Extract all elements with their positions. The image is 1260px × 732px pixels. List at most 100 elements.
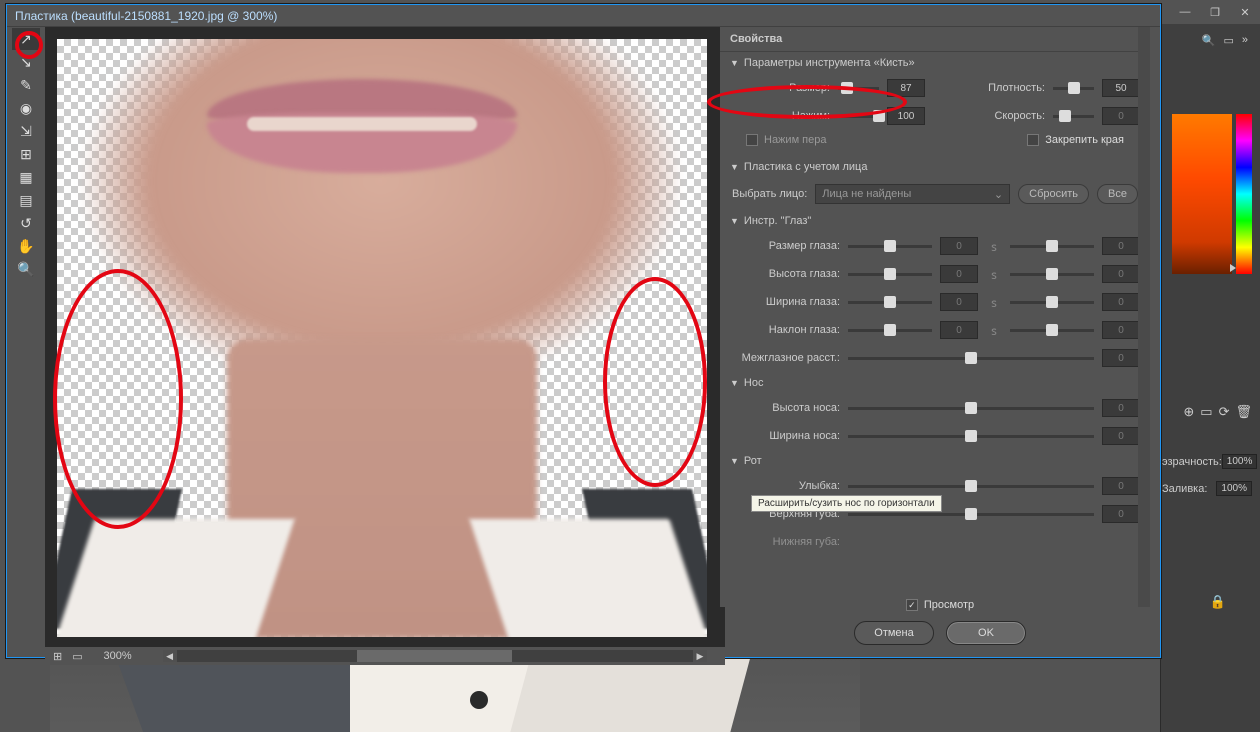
eye-width-value-left[interactable]: 0 [940,293,978,311]
pin-edges-checkbox[interactable]: Закрепить края [1015,130,1136,150]
ok-button[interactable]: OK [946,621,1026,645]
thaw-mask-tool[interactable]: ↺ [12,212,40,234]
reset-face-button[interactable]: Сбросить [1018,184,1089,204]
eye-tilt-value-right[interactable]: 0 [1102,321,1140,339]
smile-value[interactable]: 0 [1102,477,1140,495]
upper-lip-value[interactable]: 0 [1102,505,1140,523]
push-left-tool[interactable]: ▦ [12,166,40,188]
eye-width-value-right[interactable]: 0 [1102,293,1140,311]
smile-slider[interactable] [848,485,1094,488]
liquify-toolbar: ↗ ↘ ✎ ◉ ⇲ ⊞ ▦ ▤ ↺ ✋ 🔍 [7,27,45,657]
brush-pressure-slider[interactable] [838,115,879,118]
smile-label: Улыбка: [740,480,840,492]
twirl-tool[interactable]: ◉ [12,97,40,119]
app-maximize-button[interactable]: ❐ [1200,0,1230,24]
link-layers-icon[interactable]: ⊕ [1183,404,1194,420]
brush-size-value[interactable]: 87 [887,79,925,97]
upper-lip-slider[interactable] [848,513,1094,516]
eye-size-value-right[interactable]: 0 [1102,237,1140,255]
brush-size-slider[interactable] [838,87,879,90]
brush-rate-slider[interactable] [1053,115,1094,118]
smooth-tool[interactable]: ✎ [12,74,40,96]
layer-mask-icon[interactable]: ▭ [1200,404,1212,420]
pucker-tool[interactable]: ⇲ [12,120,40,142]
bloat-tool[interactable]: ⊞ [12,143,40,165]
brush-rate-label: Скорость: [945,110,1045,122]
reconstruct-tool[interactable]: ↘ [12,51,40,73]
eye-tilt-slider-left[interactable] [848,329,932,332]
opacity-value[interactable]: 100% [1222,454,1258,469]
triangle-down-icon: ▼ [730,378,739,388]
properties-scrollbar[interactable] [1138,27,1150,607]
cancel-button[interactable]: Отмена [854,621,934,645]
workspace-icon[interactable]: ▭ [1223,34,1233,47]
mouth-section-header[interactable]: ▼ Рот [720,450,1150,472]
eye-width-slider-left[interactable] [848,301,932,304]
face-aware-header[interactable]: ▼ Пластика с учетом лица [720,156,1150,178]
eyes-section-header[interactable]: ▼ Инстр. "Глаз" [720,210,1150,232]
color-picker-gradient[interactable] [1172,114,1232,274]
eyes-section-label: Инстр. "Глаз" [744,215,811,227]
zoom-level[interactable]: 300% [93,650,143,662]
eye-height-label: Высота глаза: [740,268,840,280]
properties-title: Свойства [720,27,1150,52]
nose-height-label: Высота носа: [740,402,840,414]
eye-size-value-left[interactable]: 0 [940,237,978,255]
eye-width-slider-right[interactable] [1010,301,1094,304]
brush-options-header[interactable]: ▼ Параметры инструмента «Кисть» [720,52,1150,74]
eye-tilt-slider-right[interactable] [1010,329,1094,332]
nose-width-slider[interactable] [848,435,1094,438]
panel-menu-icon[interactable]: » [1242,34,1248,47]
hue-strip[interactable] [1236,114,1252,274]
forward-warp-tool[interactable]: ↗ [12,28,40,50]
freeze-mask-tool[interactable]: ▤ [12,189,40,211]
eye-height-value-right[interactable]: 0 [1102,265,1140,283]
triangle-down-icon: ▼ [730,456,739,466]
link-icon[interactable]: 𐑈 [986,322,1002,339]
app-minimize-button[interactable]: — [1170,0,1200,24]
link-icon[interactable]: 𐑈 [986,238,1002,255]
lock-icon: 🔒 [1210,594,1226,610]
eye-height-slider-left[interactable] [848,273,932,276]
link-icon[interactable]: 𐑈 [986,266,1002,283]
eye-distance-slider[interactable] [848,357,1094,360]
brush-pressure-value[interactable]: 100 [887,107,925,125]
brush-density-slider[interactable] [1053,87,1094,90]
chevron-down-icon: ⌄ [994,188,1003,201]
triangle-down-icon: ▼ [730,216,739,226]
app-close-button[interactable]: ✕ [1230,0,1260,24]
properties-panel: Свойства ▼ Параметры инструмента «Кисть»… [720,27,1150,607]
hand-tool[interactable]: ✋ [12,235,40,257]
eye-width-label: Ширина глаза: [740,296,840,308]
brush-density-value[interactable]: 50 [1102,79,1140,97]
host-right-panel: 🔍 ▭ » ⊕ ▭ ⟳ 🗑 эзрачность: 100% Заливка: … [1160,24,1260,732]
nose-section-header[interactable]: ▼ Нос [720,372,1150,394]
fit-icon[interactable]: ▭ [72,650,82,663]
nose-height-value[interactable]: 0 [1102,399,1140,417]
eye-distance-label: Межглазное расст.: [740,352,840,364]
zoom-tool[interactable]: 🔍 [12,258,40,280]
nose-width-value[interactable]: 0 [1102,427,1140,445]
brush-size-label: Размер: [730,82,830,94]
adjustment-icon[interactable]: ⟳ [1219,404,1230,420]
brush-pressure-label: Нажим: [730,110,830,122]
all-faces-button[interactable]: Все [1097,184,1138,204]
link-icon[interactable]: 𐑈 [986,294,1002,311]
eye-size-slider-left[interactable] [848,245,932,248]
fill-value[interactable]: 100% [1216,481,1252,496]
eye-tilt-value-left[interactable]: 0 [940,321,978,339]
liquify-canvas[interactable] [57,39,707,637]
triangle-down-icon: ▼ [730,58,739,68]
preview-label: Просмотр [924,599,974,611]
eye-distance-value[interactable]: 0 [1102,349,1140,367]
preview-checkbox[interactable]: ✓ Просмотр [906,599,974,611]
eye-height-value-left[interactable]: 0 [940,265,978,283]
eye-size-slider-right[interactable] [1010,245,1094,248]
pin-edges-label: Закрепить края [1045,134,1124,146]
eye-height-slider-right[interactable] [1010,273,1094,276]
grid-toggle-icon[interactable]: ⊞ [53,650,62,663]
search-icon[interactable]: 🔍 [1202,34,1216,47]
trash-icon[interactable]: 🗑 [1235,404,1252,420]
nose-height-slider[interactable] [848,407,1094,410]
canvas-horizontal-scrollbar[interactable] [177,650,693,662]
